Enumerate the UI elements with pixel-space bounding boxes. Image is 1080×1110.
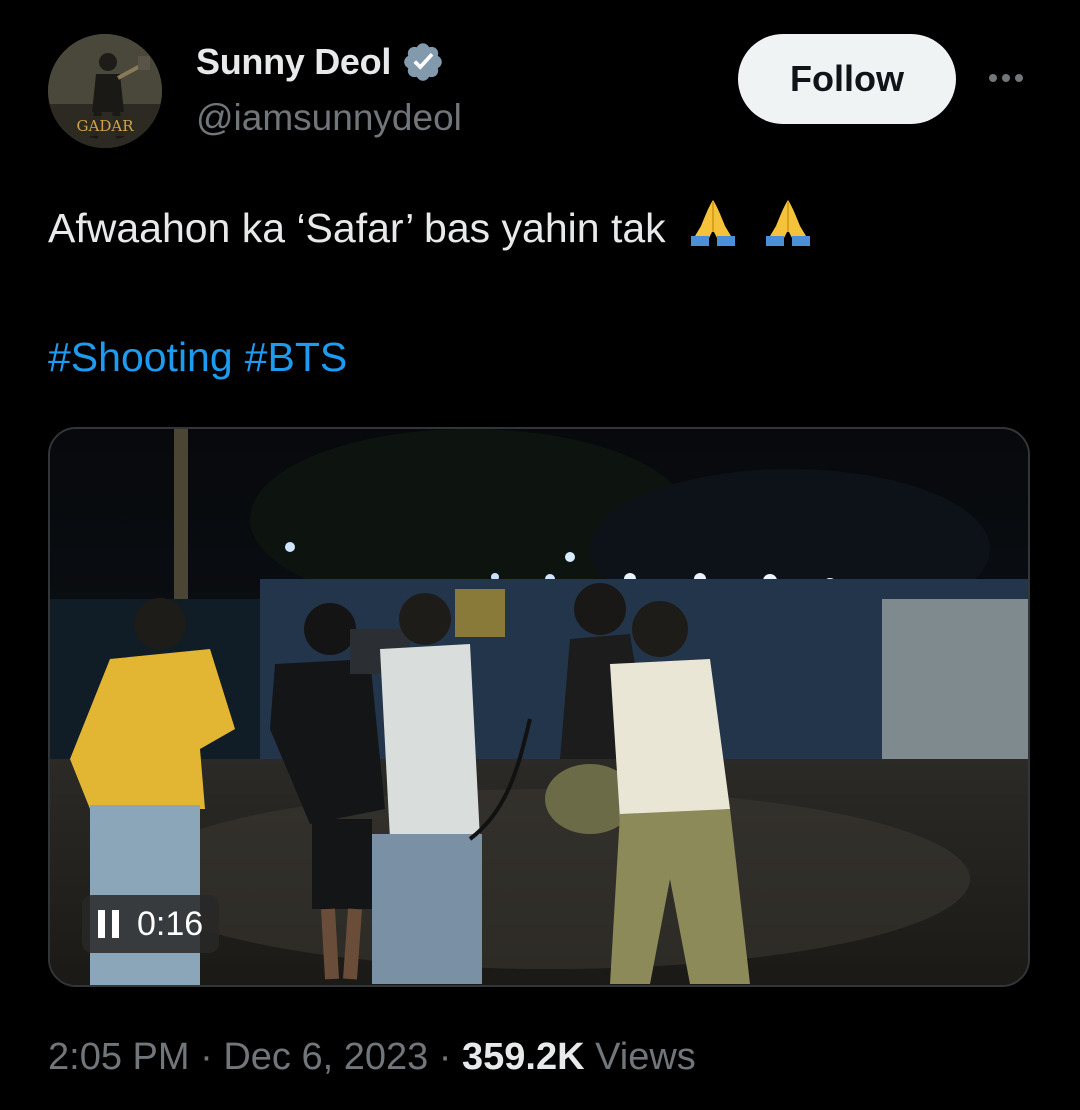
- verified-badge-icon: [404, 43, 442, 81]
- more-options-icon[interactable]: [984, 60, 1028, 96]
- avatar-image: GADAR: [48, 34, 162, 148]
- follow-button[interactable]: Follow: [738, 34, 956, 124]
- author-name-row[interactable]: Sunny Deol: [196, 40, 445, 84]
- author-name[interactable]: Sunny Deol: [196, 41, 391, 83]
- video-player[interactable]: 0:16: [48, 427, 1030, 987]
- hashtags: #Shooting #BTS: [48, 334, 359, 381]
- video-elapsed-time: 0:16: [137, 904, 204, 943]
- tweet-body: Afwaahon ka ‘Safar’ bas yahin tak: [48, 205, 666, 251]
- hashtag-bts[interactable]: #BTS: [245, 334, 348, 380]
- hashtag-shooting[interactable]: #Shooting: [48, 334, 233, 380]
- author-handle[interactable]: @iamsunnydeol: [196, 97, 462, 139]
- meta-separator: ·: [200, 1036, 213, 1078]
- views-count: 359.2K: [462, 1036, 585, 1078]
- views-label: Views: [595, 1036, 696, 1078]
- tweet-time[interactable]: 2:05 PM: [48, 1036, 190, 1078]
- folded-hands-emoji-icon: [766, 200, 811, 246]
- avatar[interactable]: GADAR: [48, 34, 162, 148]
- pause-icon[interactable]: [98, 910, 119, 938]
- folded-hands-emoji-icon: [691, 200, 736, 246]
- tweet-date[interactable]: Dec 6, 2023: [223, 1036, 428, 1078]
- tweet-text: Afwaahon ka ‘Safar’ bas yahin tak: [48, 196, 816, 252]
- tweet-meta: 2:05 PM · Dec 6, 2023 · 359.2K Views: [48, 1036, 696, 1079]
- video-controls[interactable]: 0:16: [82, 895, 220, 953]
- meta-separator: ·: [438, 1036, 452, 1078]
- avatar-logo-text: GADAR: [77, 117, 135, 135]
